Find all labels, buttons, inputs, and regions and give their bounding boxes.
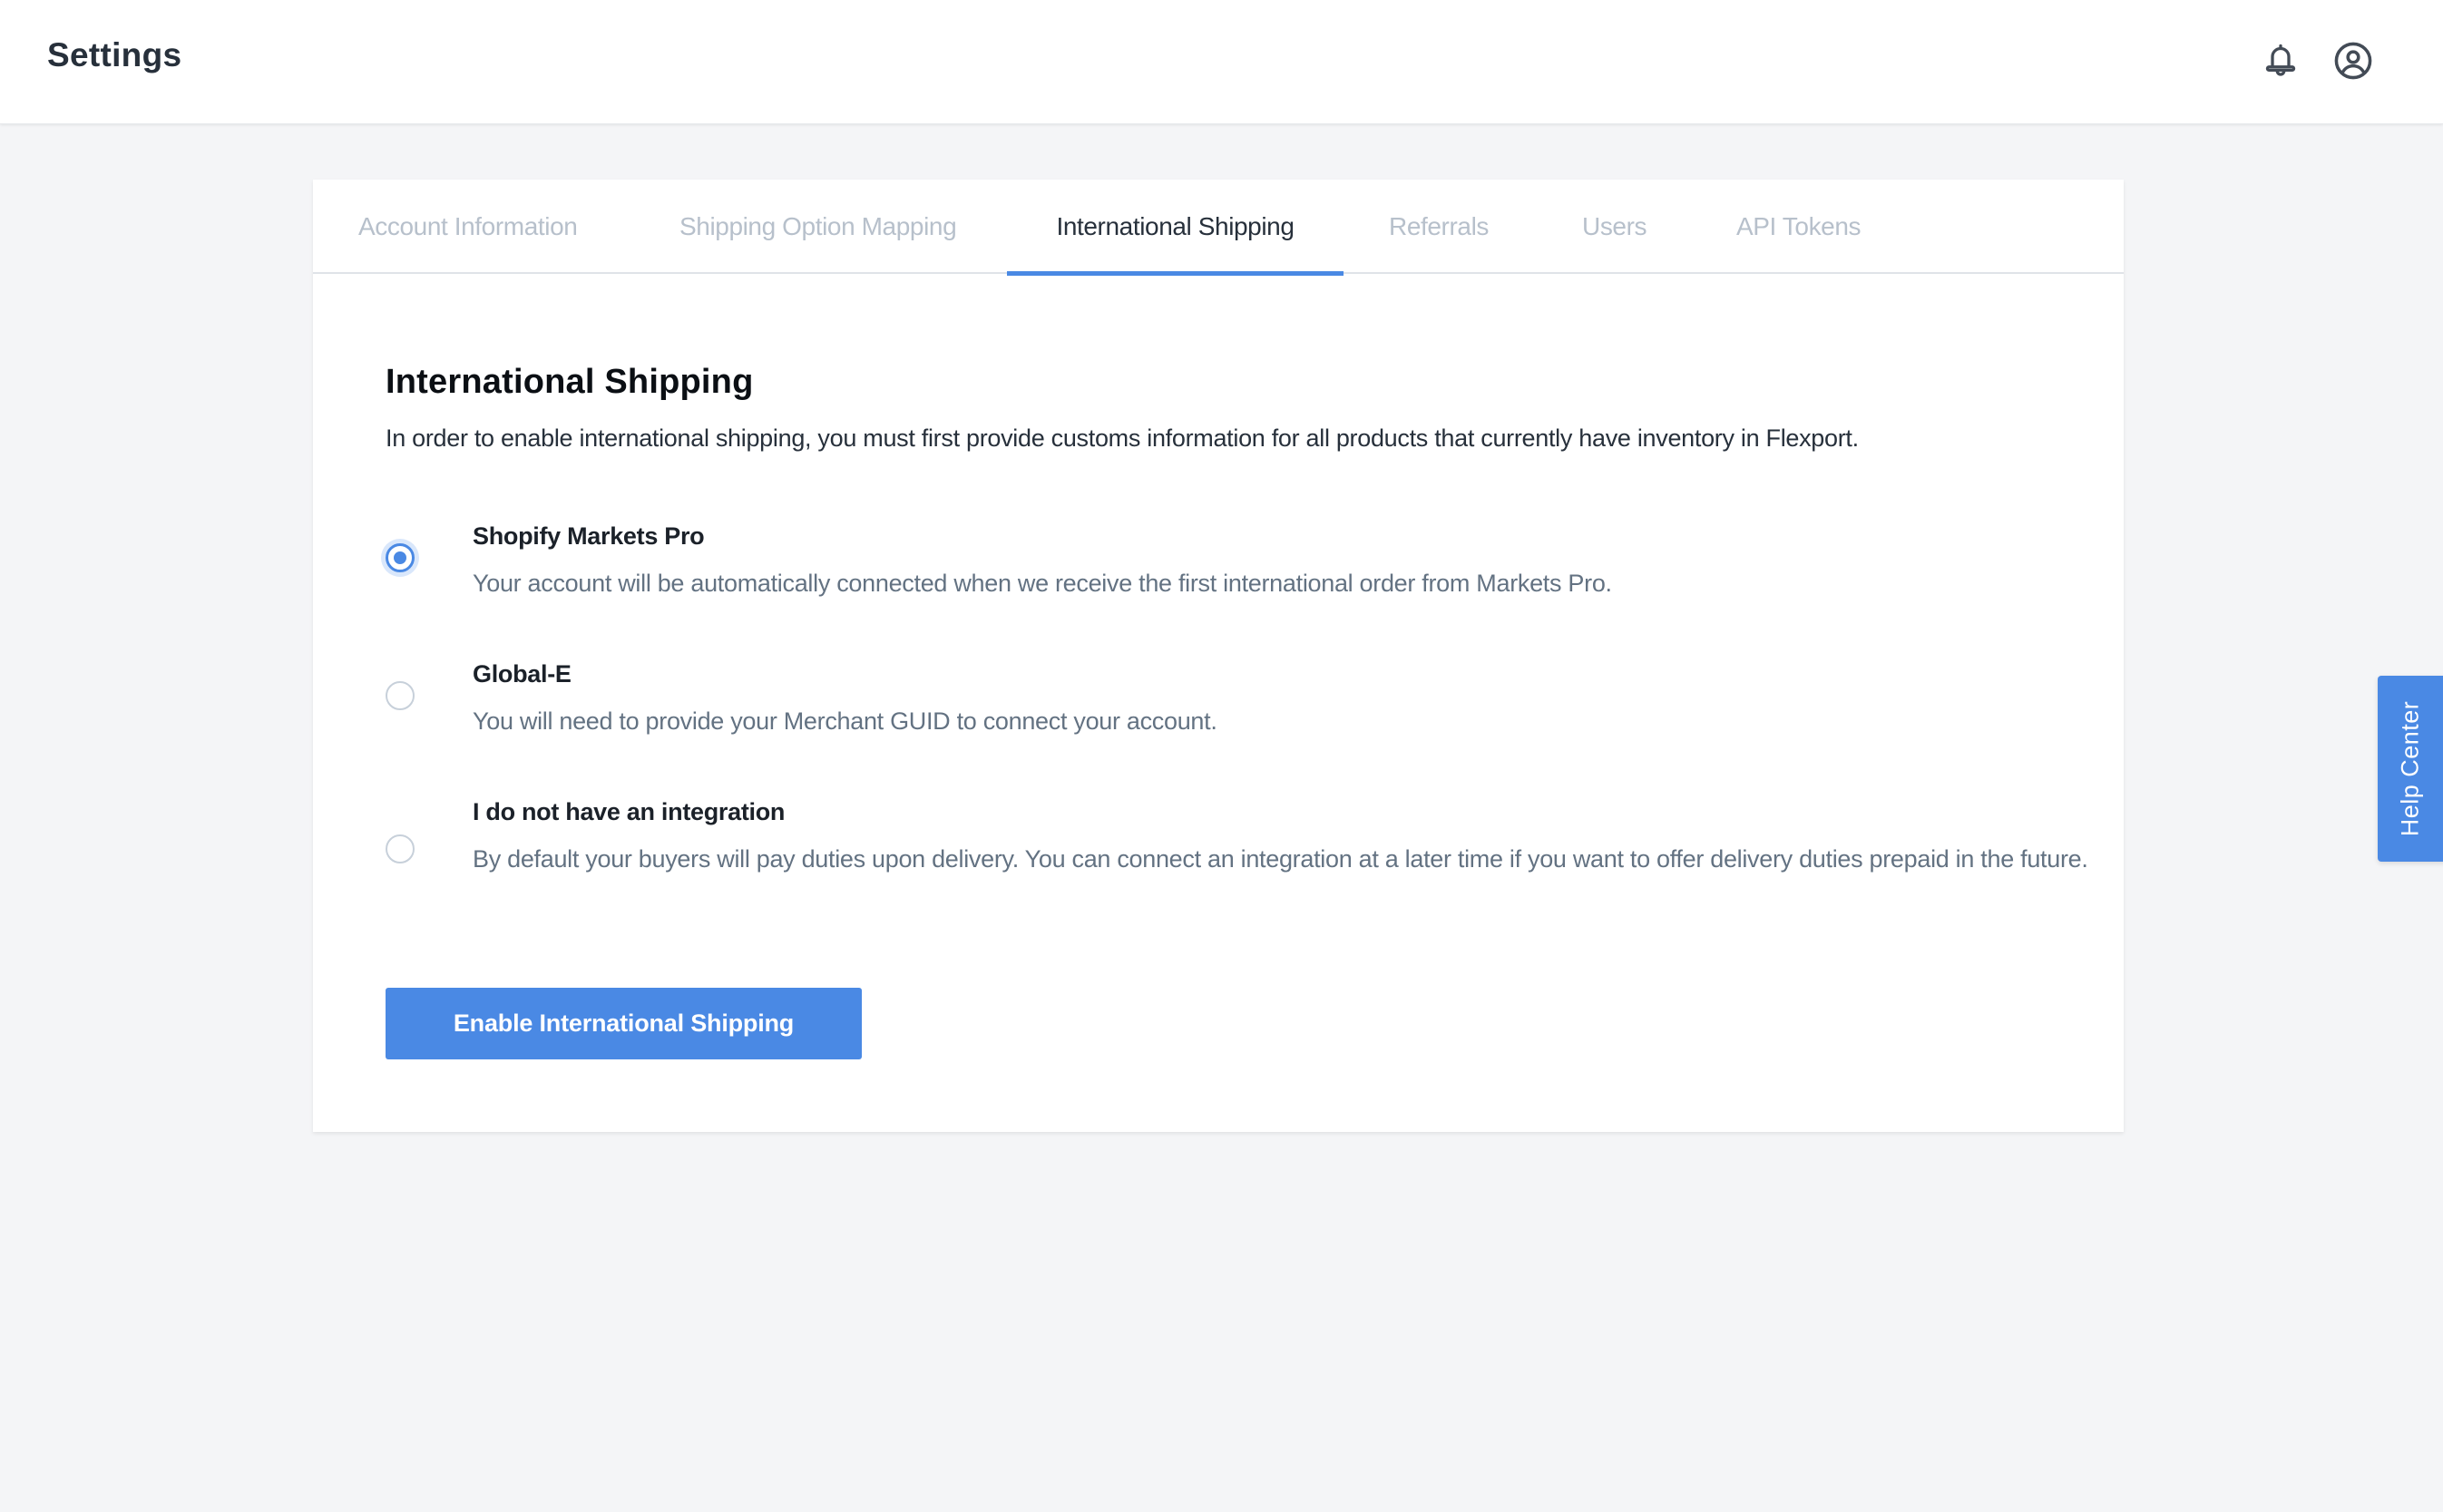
- top-bar: Settings: [0, 0, 2443, 124]
- option-title: I do not have an integration: [473, 798, 786, 825]
- tab-api-tokens[interactable]: API Tokens: [1736, 180, 1862, 274]
- account-button[interactable]: [2331, 38, 2376, 83]
- option-title: Global-E: [473, 660, 572, 688]
- section-description: In order to enable international shippin…: [386, 424, 1859, 452]
- user-circle-icon: [2334, 42, 2372, 80]
- option-title: Shopify Markets Pro: [473, 522, 705, 550]
- enable-international-shipping-button[interactable]: Enable International Shipping: [386, 988, 862, 1059]
- tab-international-shipping[interactable]: International Shipping: [1007, 180, 1344, 276]
- settings-tabs: Account Information Shipping Option Mapp…: [313, 180, 2124, 276]
- radio-shopify-markets-pro[interactable]: [386, 543, 415, 572]
- tab-account-information[interactable]: Account Information: [358, 180, 578, 274]
- settings-card: Account Information Shipping Option Mapp…: [313, 180, 2124, 1132]
- section-title: International Shipping: [386, 363, 754, 401]
- help-center-button[interactable]: Help Center: [2378, 676, 2443, 862]
- radio-global-e[interactable]: [386, 681, 415, 710]
- tab-shipping-option-mapping[interactable]: Shipping Option Mapping: [679, 180, 957, 274]
- option-description: By default your buyers will pay duties u…: [473, 845, 2088, 873]
- page-title: Settings: [47, 36, 182, 73]
- radio-no-integration[interactable]: [386, 834, 415, 863]
- tab-users[interactable]: Users: [1582, 180, 1647, 274]
- bell-icon: [2265, 44, 2296, 76]
- notifications-button[interactable]: [2258, 38, 2303, 83]
- option-description: You will need to provide your Merchant G…: [473, 707, 1217, 735]
- option-description: Your account will be automatically conne…: [473, 570, 1612, 597]
- tab-referrals[interactable]: Referrals: [1389, 180, 1489, 274]
- help-center-label: Help Center: [2396, 700, 2424, 837]
